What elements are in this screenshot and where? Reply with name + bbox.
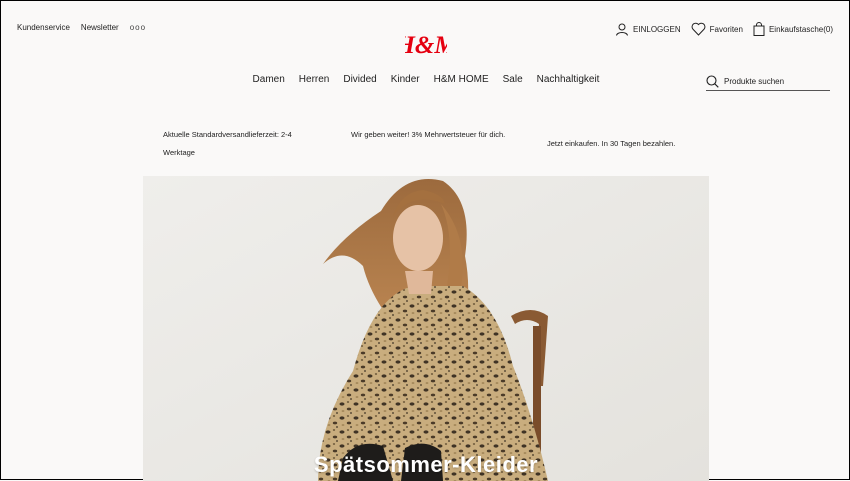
more-menu-icon[interactable]: ooo <box>130 23 146 32</box>
hero-title[interactable]: Spätsommer-Kleider <box>143 452 709 478</box>
search-input[interactable] <box>724 77 824 86</box>
nav-item-home[interactable]: H&M HOME <box>434 74 489 85</box>
nav-item-nachhaltigkeit[interactable]: Nachhaltigkeit <box>537 74 600 85</box>
account-links: EINLOGGEN Favoriten Einkaufstasche(0) <box>615 22 833 36</box>
search-bar[interactable] <box>706 73 830 91</box>
promo-pay-later[interactable]: Jetzt einkaufen. In 30 Tagen bezahlen. <box>547 135 707 153</box>
utility-links: Kundenservice Newsletter ooo <box>17 23 146 32</box>
favorites-button[interactable]: Favoriten <box>691 22 743 36</box>
nav-item-kinder[interactable]: Kinder <box>391 74 420 85</box>
nav-item-damen[interactable]: Damen <box>253 74 285 85</box>
newsletter-link[interactable]: Newsletter <box>81 23 119 32</box>
customer-service-link[interactable]: Kundenservice <box>17 23 70 32</box>
shopping-bag-button[interactable]: Einkaufstasche(0) <box>753 22 833 36</box>
nav-item-divided[interactable]: Divided <box>343 74 376 85</box>
favorites-label: Favoriten <box>709 24 743 34</box>
top-bar: Kundenservice Newsletter ooo H&M EINLOGG… <box>1 1 849 61</box>
search-icon[interactable] <box>706 75 719 88</box>
nav-item-sale[interactable]: Sale <box>503 74 523 85</box>
logo-text: H&M <box>405 32 447 59</box>
bag-label: Einkaufstasche(0) <box>768 24 833 34</box>
user-icon <box>616 23 629 36</box>
heart-icon <box>691 22 706 36</box>
promo-vat[interactable]: Wir geben weiter! 3% Mehrwertsteuer für … <box>351 126 506 144</box>
bag-icon <box>753 22 765 36</box>
nav-item-herren[interactable]: Herren <box>299 74 330 85</box>
promo-shipping[interactable]: Aktuelle Standardversandlieferzeit: 2-4 … <box>163 126 313 162</box>
hero-image <box>143 176 709 481</box>
login-button[interactable]: EINLOGGEN <box>615 22 681 36</box>
login-label: EINLOGGEN <box>633 24 681 34</box>
hero-banner[interactable]: Spätsommer-Kleider <box>143 176 709 481</box>
hm-logo[interactable]: H&M <box>405 29 447 59</box>
